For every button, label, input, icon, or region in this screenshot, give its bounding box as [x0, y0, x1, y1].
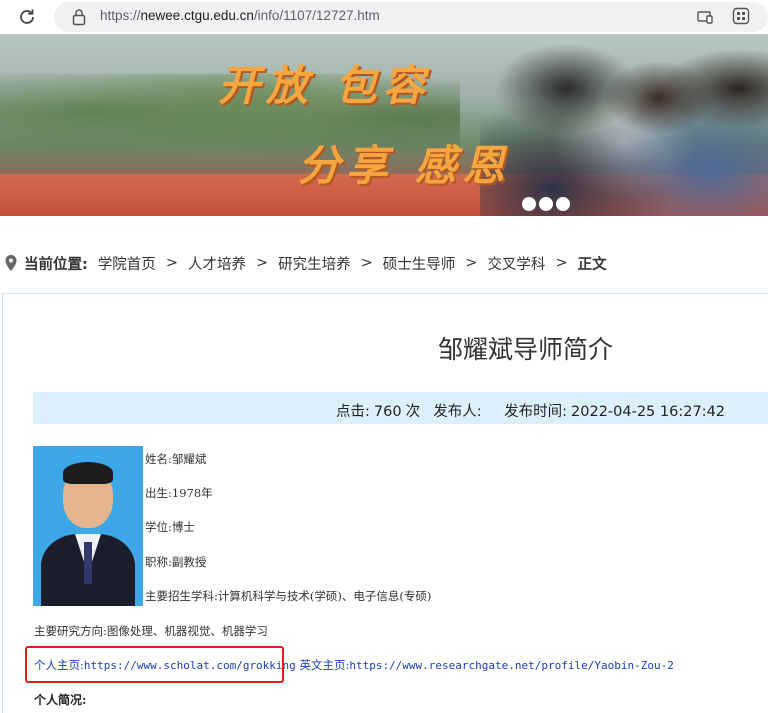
cast-icon[interactable] — [696, 8, 714, 26]
highlight-box — [25, 646, 284, 683]
field-title: 职称:副教授 — [145, 555, 207, 569]
url-path: /info/1107/12727.htm — [253, 8, 380, 23]
article-title: 邹耀斌导师简介 — [438, 335, 614, 364]
hero-banner: 开放 包容 分享 感恩 — [0, 34, 768, 216]
publisher-label: 发布人: — [433, 404, 482, 420]
en-homepage-link[interactable]: https://www.researchgate.net/profile/Yao… — [349, 659, 674, 672]
breadcrumb-graduate-training[interactable]: 研究生培养 — [278, 253, 351, 274]
url-prefix: https:// — [100, 8, 141, 23]
breadcrumb-current: 正文 — [577, 256, 607, 273]
field-name: 姓名:邹耀斌 — [145, 452, 207, 466]
slide-dot[interactable] — [539, 197, 553, 211]
slide-dot[interactable] — [522, 197, 536, 211]
browser-toolbar: https://newee.ctgu.edu.cn/info/1107/1272… — [0, 0, 768, 34]
bio-heading: 个人简况: — [34, 693, 87, 707]
lock-icon[interactable] — [72, 8, 88, 26]
breadcrumb-separator: > — [360, 255, 373, 271]
breadcrumb-separator: > — [255, 255, 269, 271]
location-pin-icon — [5, 255, 17, 271]
breadcrumb-label: 当前位置: — [24, 256, 88, 273]
research-directions: 主要研究方向:图像处理、机器视觉、机器学习 — [34, 624, 268, 638]
banner-photo — [480, 34, 768, 216]
slide-indicators — [522, 197, 570, 211]
article-meta: 点击: 760 次 发布人: 发布时间: 2022-04-25 16:27:42 — [336, 400, 729, 421]
clicks-count: 760 — [373, 404, 402, 420]
breadcrumb-separator: > — [555, 255, 568, 271]
publish-time-label: 发布时间: — [504, 404, 568, 420]
breadcrumb-talent-training[interactable]: 人才培养 — [188, 253, 246, 274]
field-birth: 出生:1978年 — [145, 486, 213, 500]
reload-icon[interactable] — [14, 4, 40, 30]
banner-slogan-line1: 开放 包容 — [218, 61, 431, 110]
breadcrumb-separator: > — [465, 255, 478, 271]
breadcrumb-separator: > — [165, 255, 178, 271]
apps-icon[interactable] — [732, 7, 750, 25]
url-host: newee.ctgu.edu.cn — [140, 8, 254, 23]
breadcrumb-interdisciplinary[interactable]: 交叉学科 — [487, 253, 545, 274]
url-text[interactable]: https://newee.ctgu.edu.cn/info/1107/1272… — [100, 8, 380, 23]
breadcrumb-home[interactable]: 学院首页 — [98, 253, 156, 274]
field-degree: 学位:博士 — [145, 520, 195, 534]
photo-tie — [84, 542, 92, 584]
breadcrumb-master-supervisors[interactable]: 硕士生导师 — [383, 253, 456, 274]
supervisor-photo — [33, 446, 143, 606]
field-subjects: 主要招生学科:计算机科学与技术(学硕)、电子信息(专硕) — [145, 589, 432, 603]
clicks-label: 点击: — [336, 404, 370, 420]
banner-slogan-line2: 分享 感恩 — [298, 141, 511, 190]
slide-dot[interactable] — [556, 197, 570, 211]
photo-hair — [63, 462, 113, 484]
clicks-unit: 次 — [405, 404, 421, 420]
publish-time: 2022-04-25 16:27:42 — [571, 404, 726, 420]
breadcrumb: 当前位置: 学院首页 > 人才培养 > 研究生培养 > 硕士生导师 > 交叉学科… — [4, 250, 607, 276]
en-homepage-label: 英文主页: — [299, 658, 350, 672]
